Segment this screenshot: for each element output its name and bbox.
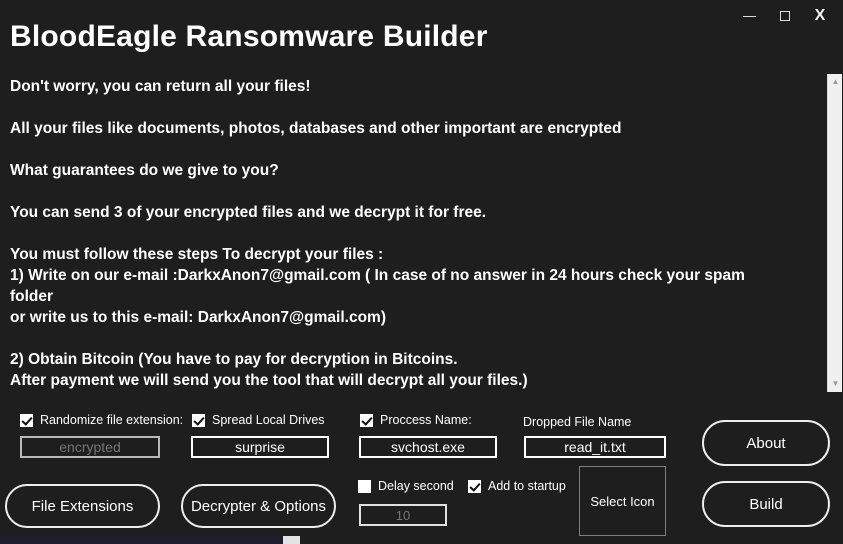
checkbox-icon[interactable] — [468, 480, 481, 493]
horizontal-scrollbar[interactable] — [0, 536, 300, 544]
vertical-scrollbar[interactable]: ▲ ▼ — [827, 74, 842, 392]
title-bar: X BloodEagle Ransomware Builder — [0, 0, 843, 68]
maximize-glyph — [780, 11, 790, 21]
process-name-input[interactable] — [359, 436, 497, 458]
ransom-note-line: Don't worry, you can return all your fil… — [10, 76, 820, 97]
checkbox-delay-second[interactable]: Delay second — [358, 479, 454, 493]
ransom-note-textarea[interactable]: Don't worry, you can return all your fil… — [0, 72, 843, 393]
window-controls: X — [731, 2, 837, 30]
ransom-note-line — [10, 139, 820, 160]
controls-panel: Randomize file extension: Spread Local D… — [0, 400, 843, 544]
app-window: X BloodEagle Ransomware Builder Don't wo… — [0, 0, 843, 544]
scroll-down-icon[interactable]: ▼ — [828, 376, 843, 392]
ransom-note-line: After payment we will send you the tool … — [10, 370, 820, 391]
checkbox-icon[interactable] — [192, 414, 205, 427]
about-label: About — [746, 435, 785, 452]
checkbox-randomize-file-extension[interactable]: Randomize file extension: — [20, 413, 183, 427]
horizontal-scrollbar-thumb[interactable] — [0, 536, 283, 544]
scroll-up-icon[interactable]: ▲ — [828, 74, 843, 90]
dropped-file-name-input[interactable] — [524, 436, 666, 458]
ransom-note-line: What guarantees do we give to you? — [10, 160, 820, 181]
close-icon[interactable]: X — [803, 3, 837, 29]
dropped-file-name-label: Dropped File Name — [523, 415, 631, 429]
checkbox-label: Spread Local Drives — [212, 413, 325, 427]
minimize-glyph — [743, 16, 756, 17]
build-button[interactable]: Build — [702, 481, 830, 527]
file-extensions-label: File Extensions — [32, 498, 134, 515]
ransom-note-line — [10, 223, 820, 244]
decrypter-options-label: Decrypter & Options — [191, 498, 326, 515]
checkbox-icon[interactable] — [360, 414, 373, 427]
ransom-note-text: Don't worry, you can return all your fil… — [10, 76, 820, 391]
select-icon-label: Select Icon — [590, 494, 654, 509]
spread-local-drives-input[interactable] — [191, 436, 329, 458]
ransom-note-line — [10, 181, 820, 202]
ransom-note-line: You must follow these steps To decrypt y… — [10, 244, 820, 265]
checkbox-label: Proccess Name: — [380, 413, 472, 427]
ransom-note-line: folder — [10, 286, 820, 307]
horizontal-scrollbar-track-end[interactable] — [283, 536, 300, 544]
delay-second-input[interactable] — [359, 504, 447, 526]
checkbox-icon[interactable] — [358, 480, 371, 493]
ransom-note-line: 2) Obtain Bitcoin (You have to pay for d… — [10, 349, 820, 370]
ransom-note-line — [10, 97, 820, 118]
build-label: Build — [749, 496, 782, 513]
checkbox-label: Randomize file extension: — [40, 413, 183, 427]
ransom-note-line: All your files like documents, photos, d… — [10, 118, 820, 139]
ransom-note-line: or write us to this e-mail: DarkxAnon7@g… — [10, 307, 820, 328]
checkbox-spread-local-drives[interactable]: Spread Local Drives — [192, 413, 325, 427]
checkbox-process-name[interactable]: Proccess Name: — [360, 413, 472, 427]
minimize-icon[interactable] — [731, 3, 767, 29]
randomize-extension-input[interactable] — [20, 436, 160, 458]
about-button[interactable]: About — [702, 420, 830, 466]
checkbox-label: Delay second — [378, 479, 454, 493]
checkbox-add-to-startup[interactable]: Add to startup — [468, 479, 566, 493]
decrypter-options-button[interactable]: Decrypter & Options — [181, 484, 336, 528]
checkbox-icon[interactable] — [20, 414, 33, 427]
select-icon-button[interactable]: Select Icon — [579, 466, 666, 536]
file-extensions-button[interactable]: File Extensions — [5, 484, 160, 528]
ransom-note-line — [10, 328, 820, 349]
checkbox-label: Add to startup — [488, 479, 566, 493]
page-title: BloodEagle Ransomware Builder — [10, 20, 488, 54]
maximize-icon[interactable] — [767, 3, 803, 29]
ransom-note-line: 1) Write on our e-mail :DarkxAnon7@gmail… — [10, 265, 820, 286]
ransom-note-line: You can send 3 of your encrypted files a… — [10, 202, 820, 223]
